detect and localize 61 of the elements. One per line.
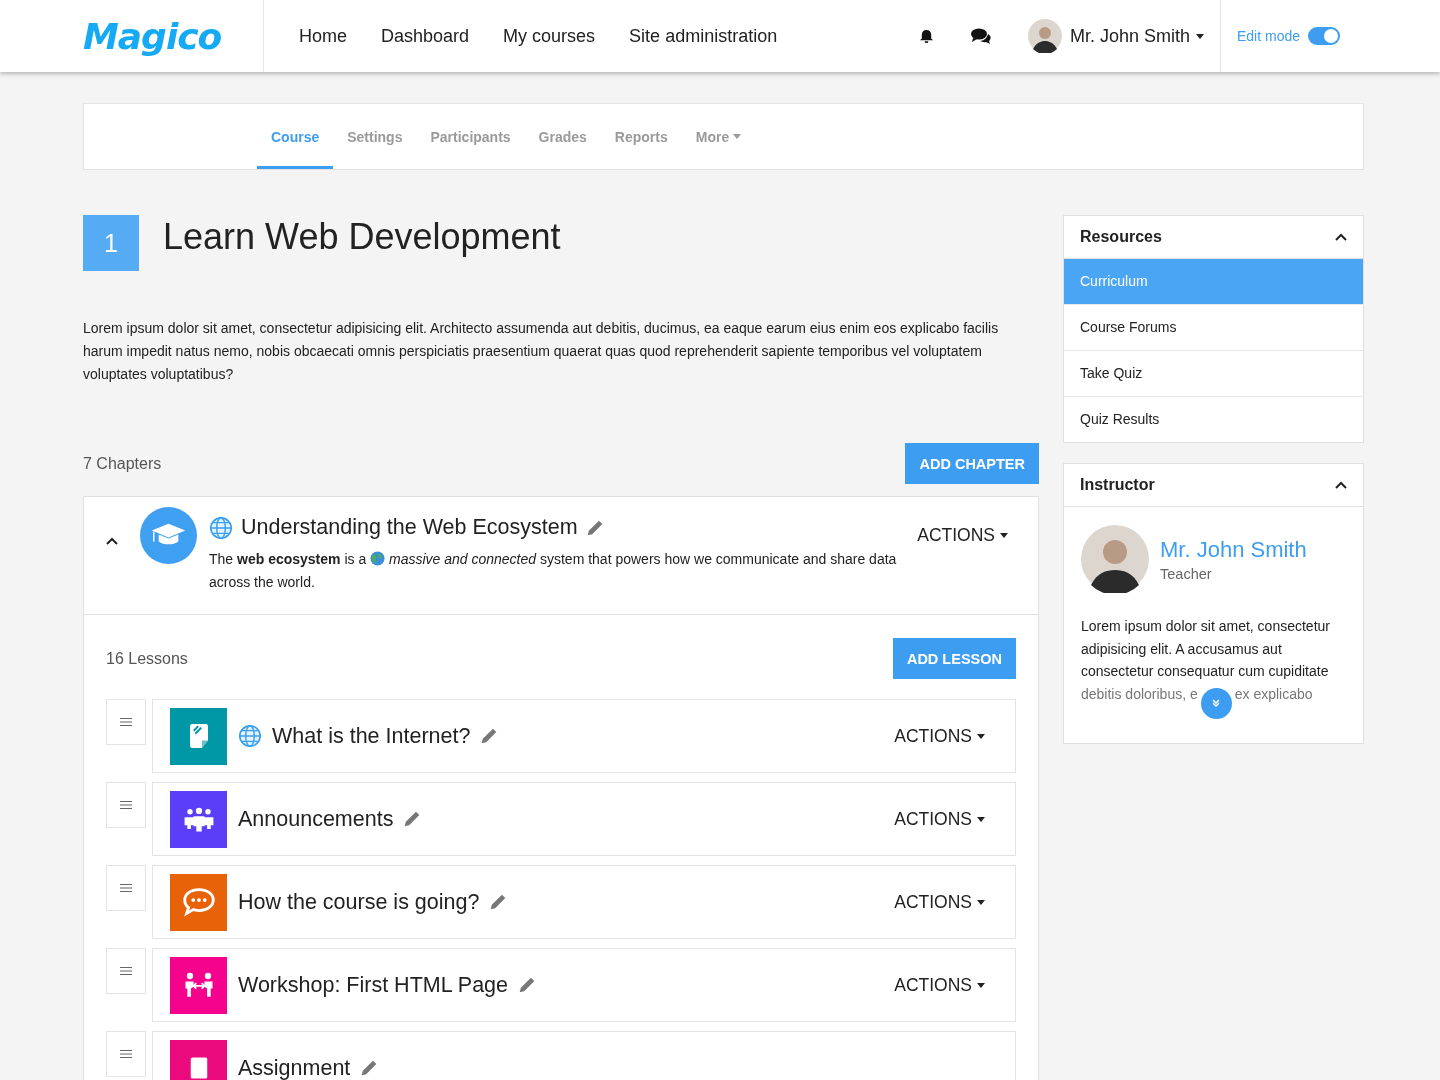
edit-mode-label: Edit mode xyxy=(1236,28,1300,44)
drag-handle[interactable] xyxy=(106,699,146,745)
instructor-bio-fragment: debitis doloribus, e xyxy=(1081,684,1198,704)
lesson-count: 16 Lessons xyxy=(106,649,188,668)
actions-menu[interactable]: ACTIONS xyxy=(894,725,985,747)
instructor-bio: Lorem ipsum dolor sit amet, consectetur adipisicing elit. A accusamus aut consectetur consequatur cum cupiditate xyxy=(1081,617,1331,681)
lesson-title[interactable]: Assignment xyxy=(238,1055,351,1080)
pencil-icon[interactable] xyxy=(518,976,537,994)
chat-icon[interactable] xyxy=(969,27,992,45)
resource-link[interactable]: Quiz Results xyxy=(1064,397,1363,442)
lesson-title[interactable]: Workshop: First HTML Page xyxy=(238,972,509,998)
chevrons-down-icon xyxy=(1211,698,1222,708)
earth-icon xyxy=(370,551,386,566)
caret-icon xyxy=(977,816,985,822)
caret-icon xyxy=(1195,33,1204,39)
nav-link[interactable]: My courses xyxy=(503,25,596,47)
chevron-icon[interactable] xyxy=(106,537,118,545)
pencil-icon[interactable] xyxy=(585,518,604,537)
pencil-icon[interactable] xyxy=(489,893,508,911)
actions-menu[interactable]: ACTIONS xyxy=(894,891,985,913)
drag-handle[interactable] xyxy=(106,948,146,994)
caret-icon xyxy=(977,733,985,739)
lesson-title[interactable]: What is the Internet? xyxy=(272,723,471,749)
lesson-title[interactable]: How the course is going? xyxy=(238,889,480,915)
caret-icon xyxy=(977,982,985,988)
chapter-description: The web ecosystem is a massive and connected system that powers how we communicate and share data across the world. xyxy=(209,550,898,592)
pencil-icon[interactable] xyxy=(403,810,422,828)
lesson-title[interactable]: Announcements xyxy=(238,806,394,832)
actions-menu[interactable]: ACTIONS xyxy=(894,974,985,996)
chapter-count: 7 Chapters xyxy=(83,454,162,473)
resource-link[interactable]: Take Quiz xyxy=(1064,351,1363,397)
caret-icon xyxy=(977,899,985,905)
course-description: Lorem ipsum dolor sit amet, consectetur adipisicing elit. Architecto assumenda aut debitis, ducimus, ea eaque earum eius enim eos explicabo facilis harum impedit natus nemo, nobis obcaecati omnis perspiciatis praesentium quaerat quas quod reprehenderit sapiente temporibus vel voluptatem voluptates voluptatibus? xyxy=(83,319,1000,384)
instructor-role: Teacher xyxy=(1160,565,1213,582)
drag-handle[interactable] xyxy=(106,865,146,911)
actions-menu[interactable]: ACTIONS xyxy=(894,808,985,830)
course-number: 1 xyxy=(83,215,139,271)
graduation-cap-icon xyxy=(140,507,197,564)
expand-button[interactable] xyxy=(1200,687,1232,719)
course-title: Learn Web Development xyxy=(163,215,561,259)
nav-link[interactable]: Dashboard xyxy=(381,25,470,47)
user-menu[interactable]: Mr. John Smith xyxy=(1069,25,1204,47)
chapter-title: Understanding the Web Ecosystem xyxy=(241,515,578,540)
pencil-icon[interactable] xyxy=(480,727,499,745)
bell-icon[interactable] xyxy=(918,28,934,44)
nav-link[interactable]: Site administration xyxy=(629,25,778,47)
chevron-icon[interactable] xyxy=(1335,481,1347,489)
panel-title: Instructor xyxy=(1080,476,1155,494)
drag-handle[interactable] xyxy=(106,1031,146,1077)
pencil-icon[interactable] xyxy=(360,1059,379,1077)
instructor-bio-fragment: ex explicabo xyxy=(1234,684,1313,704)
avatar xyxy=(1081,525,1149,593)
avatar[interactable] xyxy=(1027,19,1062,53)
caret-icon xyxy=(1000,533,1008,538)
edit-mode-toggle[interactable] xyxy=(1308,27,1340,45)
panel-title: Resources xyxy=(1080,228,1162,246)
nav-link[interactable]: Home xyxy=(299,25,347,47)
resource-link[interactable]: Course Forums xyxy=(1064,305,1363,351)
actions-menu[interactable]: ACTIONS xyxy=(917,525,1008,546)
chevron-icon[interactable] xyxy=(1335,233,1347,241)
drag-handle[interactable] xyxy=(106,782,146,828)
